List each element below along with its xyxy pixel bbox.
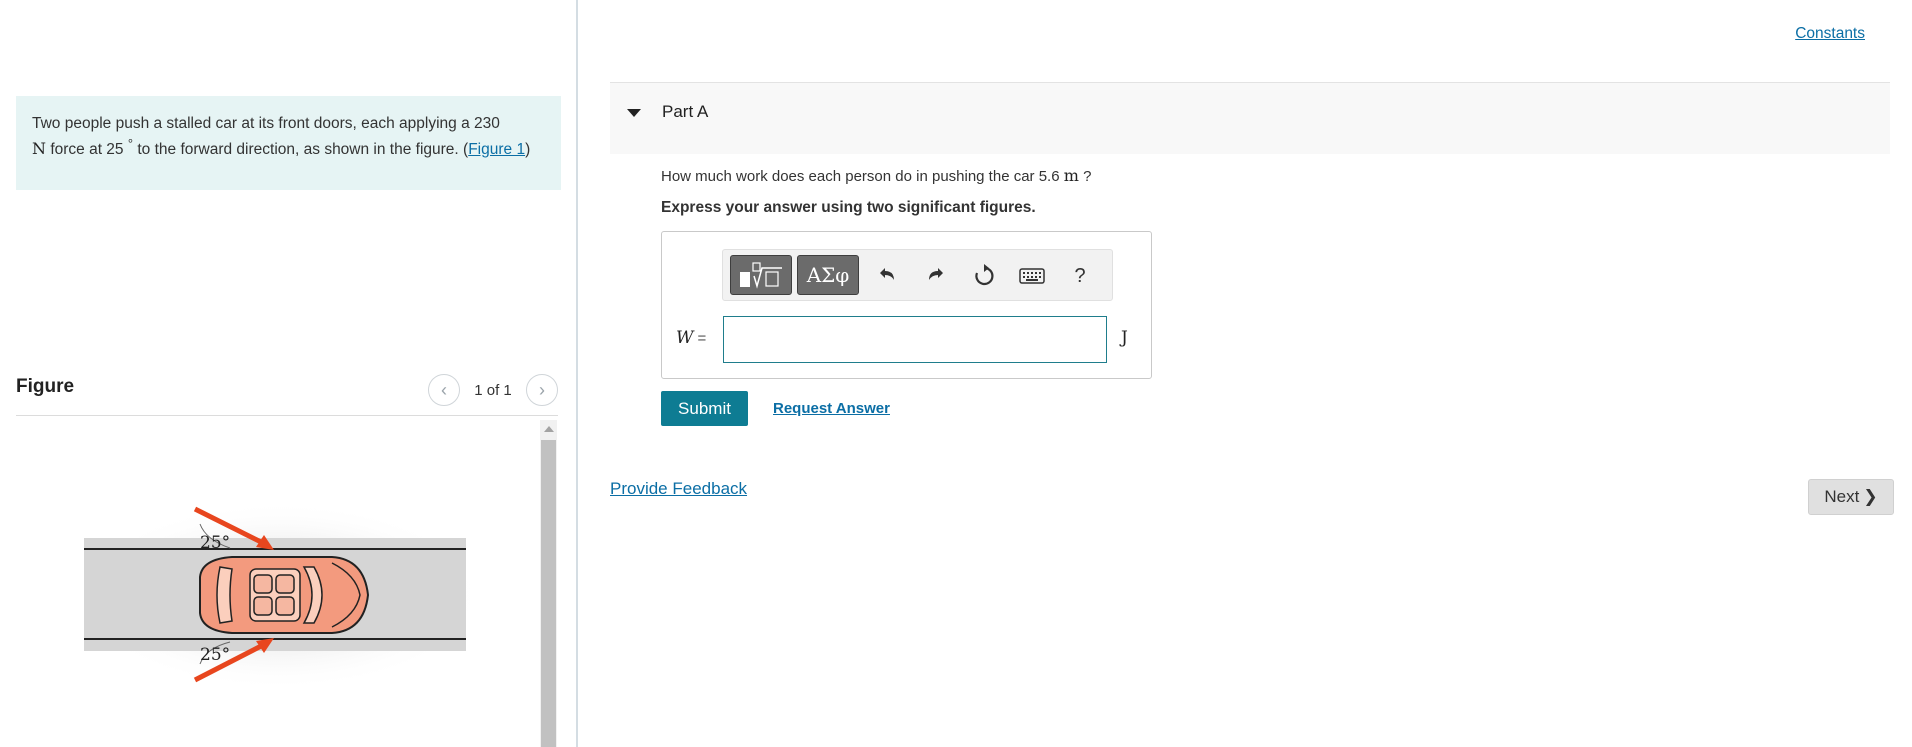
angle-label-bottom: 25° (200, 645, 230, 665)
answer-box: ΑΣφ ? W = J (661, 231, 1152, 379)
left-panel: Two people push a stalled car at its fro… (0, 0, 577, 747)
figure-heading: Figure (16, 376, 75, 397)
question-end: ? (1083, 168, 1092, 185)
problem-text-2: force at 25 (50, 141, 124, 159)
equals-sign: = (697, 330, 707, 347)
question-body: How much work does each person do in pus… (661, 168, 1060, 185)
figure-nav: ‹ 1 of 1 › (428, 374, 558, 406)
problem-statement: Two people push a stalled car at its fro… (16, 96, 561, 190)
part-a-header[interactable]: Part A (610, 82, 1890, 154)
force-unit: N (32, 139, 46, 159)
templates-icon (740, 262, 782, 289)
provide-feedback-link[interactable]: Provide Feedback (610, 479, 747, 499)
symbols-button[interactable]: ΑΣφ (797, 255, 859, 295)
problem-text-1: Two people push a stalled car at its fro… (32, 115, 500, 132)
undo-icon[interactable] (873, 262, 901, 290)
next-button[interactable]: Next ❯ (1808, 479, 1894, 515)
constants-link[interactable]: Constants (1795, 25, 1865, 43)
panel-divider (576, 0, 578, 747)
redo-icon[interactable] (922, 262, 950, 290)
math-toolbar: ΑΣφ ? (722, 249, 1113, 301)
reset-icon[interactable] (970, 262, 998, 290)
submit-button[interactable]: Submit (661, 391, 748, 426)
chevron-left-icon[interactable]: ‹ (428, 374, 460, 406)
angle-label-top: 25° (200, 533, 230, 553)
instruction-text: Express your answer using two significan… (661, 199, 1036, 216)
request-answer-link[interactable]: Request Answer (773, 400, 890, 417)
scroll-up-icon[interactable] (544, 426, 554, 432)
next-label: Next (1824, 487, 1860, 506)
answer-input[interactable] (723, 316, 1107, 363)
figure-link[interactable]: Figure 1 (468, 141, 525, 158)
chevron-right-icon[interactable]: › (526, 374, 558, 406)
templates-button[interactable] (730, 255, 792, 295)
keyboard-icon[interactable] (1018, 262, 1046, 290)
problem-text-3: to the forward direction, as shown in th… (137, 141, 469, 159)
figure-divider (16, 415, 558, 416)
part-a-title: Part A (662, 102, 709, 121)
question-text: How much work does each person do in pus… (661, 166, 1091, 185)
answer-variable-label: W = (676, 328, 706, 348)
car (199, 556, 370, 634)
degree-symbol: ° (127, 136, 134, 151)
figure-counter: 1 of 1 (474, 381, 512, 399)
scroll-thumb[interactable] (541, 440, 556, 747)
answer-unit: J (1121, 328, 1128, 348)
help-button[interactable]: ? (1066, 262, 1094, 290)
question-unit: m (1063, 166, 1079, 185)
chevron-right-icon: ❯ (1863, 487, 1878, 506)
problem-close-paren: ) (525, 141, 531, 159)
car-figure: 25° 25° (80, 501, 480, 691)
caret-down-icon[interactable] (627, 109, 641, 117)
answer-variable: W (676, 328, 694, 348)
figure-scrollbar[interactable] (540, 420, 557, 747)
